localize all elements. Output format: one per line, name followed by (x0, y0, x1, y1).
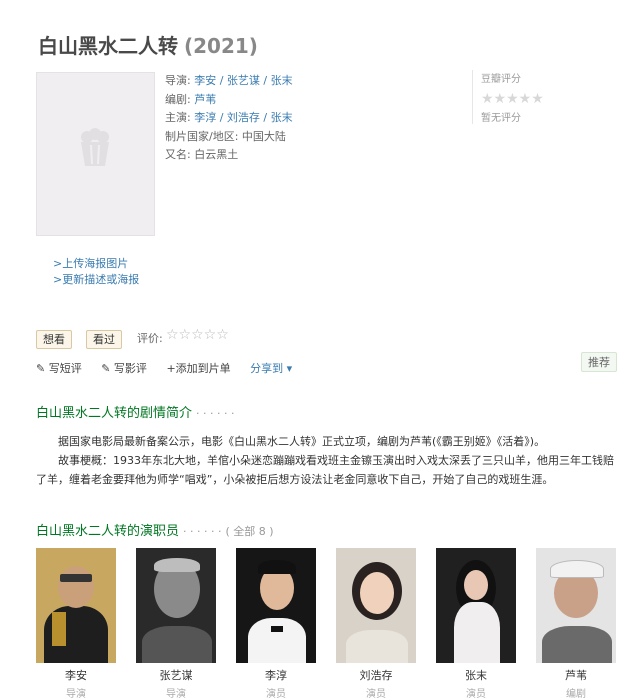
avatar[interactable] (136, 548, 216, 663)
movie-info: 导演: 李安 / 张艺谋 / 张末 编剧: 芦苇 主演: 李淳 / 刘浩存 / … (165, 72, 293, 165)
cast-label: 主演: (165, 111, 191, 124)
cast-heading-text: 白山黑水二人转的演职员 (36, 524, 180, 539)
rate-stars[interactable]: ☆☆☆☆☆ (166, 327, 229, 343)
rating-stars: ★★★★★ (481, 91, 544, 107)
director-value[interactable]: 李安 / 张艺谋 / 张末 (194, 74, 292, 87)
writer-label: 编剧: (165, 92, 191, 106)
avatar[interactable] (436, 548, 516, 663)
info-writer: 编剧: 芦苇 (165, 91, 293, 110)
recommend-button[interactable]: 推荐 (581, 352, 617, 372)
summary-text: 据国家电影局最新备案公示，电影《白山黑水二人转》正式立项，编剧为芦苇(《霸王别姬… (36, 432, 616, 489)
cast-card[interactable]: 刘浩存 演员 (336, 548, 416, 700)
add-to-list-link[interactable]: +添加到片单 (166, 362, 230, 375)
cast-value[interactable]: 李淳 / 刘浩存 / 张末 (194, 111, 292, 124)
cast-card[interactable]: 李安 导演 (36, 548, 116, 700)
cast-role: 导演 (166, 689, 186, 700)
cast-card[interactable]: 芦苇 编剧 (536, 548, 616, 700)
movie-title: 白山黑水二人转 (2021) (38, 30, 258, 59)
write-short-review-link[interactable]: ✎ 写短评 (36, 362, 82, 375)
avatar[interactable] (336, 548, 416, 663)
avatar[interactable] (536, 548, 616, 663)
cast-role: 演员 (466, 689, 486, 700)
update-poster-link[interactable]: >更新描述或海报 (53, 272, 139, 288)
seen-button[interactable]: 看过 (86, 330, 122, 349)
write-review-link[interactable]: ✎ 写影评 (101, 362, 147, 375)
popcorn-icon (81, 128, 109, 166)
cast-dots: · · · · · · (183, 525, 222, 538)
info-cast: 主演: 李淳 / 刘浩存 / 张末 (165, 109, 293, 128)
upload-poster-link[interactable]: >上传海报图片 (53, 256, 139, 272)
summary-dots: · · · · · · (196, 407, 235, 420)
poster-placeholder[interactable] (36, 72, 155, 236)
rate-label: 评价: (137, 332, 163, 345)
cast-name[interactable]: 李淳 (236, 667, 316, 683)
cast-role: 编剧 (566, 689, 586, 700)
aka-value: 白云黑土 (194, 148, 239, 161)
cast-role: 演员 (366, 689, 386, 700)
country-label: 制片国家/地区: (165, 129, 239, 143)
info-aka: 又名: 白云黑土 (165, 146, 293, 165)
summary-paragraph-2: 故事梗概：1933年东北大地，羊倌小朵迷恋蹦蹦戏看戏班主金镲玉演出时入戏太深丢了… (36, 454, 614, 486)
info-director: 导演: 李安 / 张艺谋 / 张末 (165, 72, 293, 91)
cast-name[interactable]: 李安 (36, 667, 116, 683)
movie-title-text: 白山黑水二人转 (38, 34, 178, 58)
action-bar: ✎ 写短评 ✎ 写影评 +添加到片单 分享到 ▾ (36, 360, 308, 376)
avatar[interactable] (36, 548, 116, 663)
cast-card[interactable]: 张艺谋 导演 (136, 548, 216, 700)
summary-heading-text: 白山黑水二人转的剧情简介 (36, 406, 193, 421)
info-country: 制片国家/地区: 中国大陆 (165, 128, 293, 147)
cast-count-link[interactable]: ( 全部 8 ) (225, 525, 273, 538)
rating-label: 豆瓣评分 (481, 74, 521, 85)
rating-box: 豆瓣评分 ★★★★★ 暂无评分 (472, 70, 621, 124)
cast-name[interactable]: 芦苇 (536, 667, 616, 683)
movie-year: (2021) (184, 34, 258, 58)
director-label: 导演: (165, 74, 191, 87)
cast-name[interactable]: 张末 (436, 667, 516, 683)
cast-name[interactable]: 张艺谋 (136, 667, 216, 683)
poster-links: >上传海报图片 >更新描述或海报 (53, 256, 139, 288)
cast-heading: 白山黑水二人转的演职员 · · · · · ·( 全部 8 ) (36, 520, 274, 539)
cast-card[interactable]: 李淳 演员 (236, 548, 316, 700)
share-dropdown[interactable]: 分享到 ▾ (250, 362, 292, 375)
cast-role: 导演 (66, 689, 86, 700)
summary-paragraph-1: 据国家电影局最新备案公示，电影《白山黑水二人转》正式立项，编剧为芦苇(《霸王别姬… (58, 435, 546, 448)
cast-name[interactable]: 刘浩存 (336, 667, 416, 683)
want-button[interactable]: 想看 (36, 330, 72, 349)
summary-heading: 白山黑水二人转的剧情简介 · · · · · · (36, 402, 234, 421)
country-value: 中国大陆 (241, 129, 286, 143)
writer-value[interactable]: 芦苇 (194, 93, 216, 106)
cast-card[interactable]: 张末 演员 (436, 548, 516, 700)
aka-label: 又名: (165, 148, 191, 161)
avatar[interactable] (236, 548, 316, 663)
no-rating-text: 暂无评分 (481, 113, 521, 124)
cast-role: 演员 (266, 689, 286, 700)
